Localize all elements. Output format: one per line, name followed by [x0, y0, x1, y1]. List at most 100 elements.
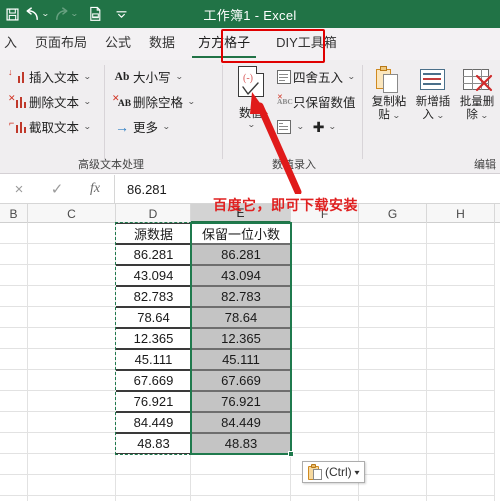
selection-fill-handle[interactable] [288, 451, 294, 457]
cell-result-value[interactable]: 84.449 [191, 412, 291, 433]
cell-source-value[interactable]: 45.111 [116, 349, 191, 370]
grid-cell[interactable] [427, 370, 495, 391]
chevron-down-icon[interactable]: ⌄ [329, 122, 337, 131]
grid-cell[interactable] [28, 286, 116, 307]
cell-source-value[interactable]: 86.281 [116, 244, 191, 265]
grid-cell[interactable] [0, 265, 28, 286]
grid-cell[interactable] [0, 349, 28, 370]
chevron-down-icon[interactable]: ⌄ [296, 122, 304, 131]
grid-cell[interactable] [191, 496, 291, 501]
grid-cell[interactable] [28, 307, 116, 328]
tab-diy-toolbox[interactable]: DIY工具箱 [264, 28, 346, 60]
grid-cell[interactable] [0, 244, 28, 265]
cell-source-value[interactable]: 76.921 [116, 391, 191, 412]
tab-insert[interactable]: 入 [0, 28, 26, 60]
column-header-c[interactable]: C [28, 204, 116, 223]
grid-cell[interactable] [427, 328, 495, 349]
grid-cell[interactable] [427, 454, 495, 475]
grid-cell[interactable] [427, 223, 495, 244]
cell-source-value[interactable]: 82.783 [116, 286, 191, 307]
column-header-g[interactable]: G [359, 204, 427, 223]
grid-cell[interactable] [359, 349, 427, 370]
chevron-down-icon[interactable]: ⌄ [480, 112, 489, 120]
command-change-case[interactable]: Ab 大小写 ⌄ [112, 64, 195, 89]
undo-button[interactable]: ⌄ [22, 2, 51, 26]
tab-page-layout[interactable]: 页面布局 [26, 28, 96, 60]
command-delete-text[interactable]: ✕ 删除文本 ⌄ [8, 89, 91, 114]
grid-cell[interactable] [28, 349, 116, 370]
column-header-h[interactable]: H [427, 204, 495, 223]
grid-cell[interactable] [359, 307, 427, 328]
table-header-source[interactable]: 源数据 [116, 223, 191, 244]
grid-cell[interactable] [28, 496, 116, 501]
grid-cell[interactable] [28, 391, 116, 412]
cell-result-value[interactable]: 43.094 [191, 265, 291, 286]
grid-cell[interactable] [427, 412, 495, 433]
grid-cell[interactable] [28, 223, 116, 244]
cell-source-value[interactable]: 43.094 [116, 265, 191, 286]
insert-function-button[interactable]: fx [76, 175, 114, 204]
grid-cell[interactable] [359, 475, 427, 496]
grid-cell[interactable] [359, 496, 427, 501]
cell-result-value[interactable]: 86.281 [191, 244, 291, 265]
grid-cell[interactable] [359, 433, 427, 454]
grid-cell[interactable] [116, 496, 191, 501]
command-keep-numbers-only[interactable]: ABC ✕ 只保留数值 [276, 89, 356, 114]
grid-cell[interactable] [291, 370, 359, 391]
batch-delete-button[interactable]: 批量删 除 ⌄ [456, 66, 498, 122]
chevron-down-icon[interactable]: ⌄ [392, 112, 401, 120]
chevron-down-icon[interactable]: ⌄ [175, 72, 183, 81]
grid-cell[interactable] [427, 244, 495, 265]
undo-dropdown-caret[interactable]: ⌄ [41, 10, 50, 18]
chevron-down-icon[interactable]: ⌄ [83, 97, 91, 106]
grid-cell[interactable] [0, 223, 28, 244]
cell-result-value[interactable]: 12.365 [191, 328, 291, 349]
cell-source-value[interactable]: 78.64 [116, 307, 191, 328]
cell-source-value[interactable]: 12.365 [116, 328, 191, 349]
chevron-down-icon[interactable]: ⌄ [83, 122, 91, 131]
column-header-b[interactable]: B [0, 204, 28, 223]
grid-cell[interactable] [0, 433, 28, 454]
cell-source-value[interactable]: 48.83 [116, 433, 191, 454]
chevron-down-icon[interactable]: ⌄ [83, 72, 91, 81]
chevron-down-icon[interactable]: ⌄ [436, 112, 445, 120]
grid-cell[interactable] [0, 412, 28, 433]
grid-cell[interactable] [359, 328, 427, 349]
grid-cell[interactable] [359, 286, 427, 307]
chevron-down-icon[interactable]: ⌄ [347, 72, 355, 81]
chevron-down-icon[interactable]: ▾ [354, 468, 359, 477]
grid-cell[interactable] [427, 265, 495, 286]
command-round[interactable]: 四舍五入 ⌄ [276, 64, 356, 89]
command-insert-text[interactable]: ↓ 插入文本 ⌄ [8, 64, 91, 89]
tab-data[interactable]: 数据 [140, 28, 184, 60]
grid-cell[interactable] [359, 223, 427, 244]
column-header-d[interactable]: D [116, 204, 191, 223]
grid-cell[interactable] [0, 391, 28, 412]
grid-cell[interactable] [427, 349, 495, 370]
grid-cell[interactable] [359, 412, 427, 433]
grid-cell[interactable] [359, 454, 427, 475]
cell-result-value[interactable]: 76.921 [191, 391, 291, 412]
grid-cell[interactable] [427, 286, 495, 307]
cell-source-value[interactable]: 84.449 [116, 412, 191, 433]
cell-source-value[interactable]: 67.669 [116, 370, 191, 391]
grid-cell[interactable] [191, 475, 291, 496]
tab-formulas[interactable]: 公式 [96, 28, 140, 60]
cell-result-value[interactable]: 67.669 [191, 370, 291, 391]
table-header-result[interactable]: 保留一位小数 [191, 223, 291, 244]
grid-cell[interactable] [0, 454, 28, 475]
grid-cell[interactable] [116, 454, 191, 475]
grid-cell[interactable] [427, 307, 495, 328]
grid-cell[interactable] [359, 370, 427, 391]
grid-cell[interactable] [291, 433, 359, 454]
grid-cell[interactable] [28, 328, 116, 349]
customize-qat-button[interactable] [111, 2, 131, 26]
copy-paste-button[interactable]: 复制粘 贴 ⌄ [368, 66, 410, 122]
chevron-down-icon[interactable]: ⌄ [162, 122, 170, 131]
cell-result-value[interactable]: 78.64 [191, 307, 291, 328]
chevron-down-icon[interactable]: ⌄ [187, 97, 195, 106]
confirm-edit-button[interactable]: ✓ [38, 175, 76, 204]
grid-cell[interactable] [28, 412, 116, 433]
grid-cell[interactable] [191, 454, 291, 475]
print-preview-button[interactable] [85, 2, 105, 26]
